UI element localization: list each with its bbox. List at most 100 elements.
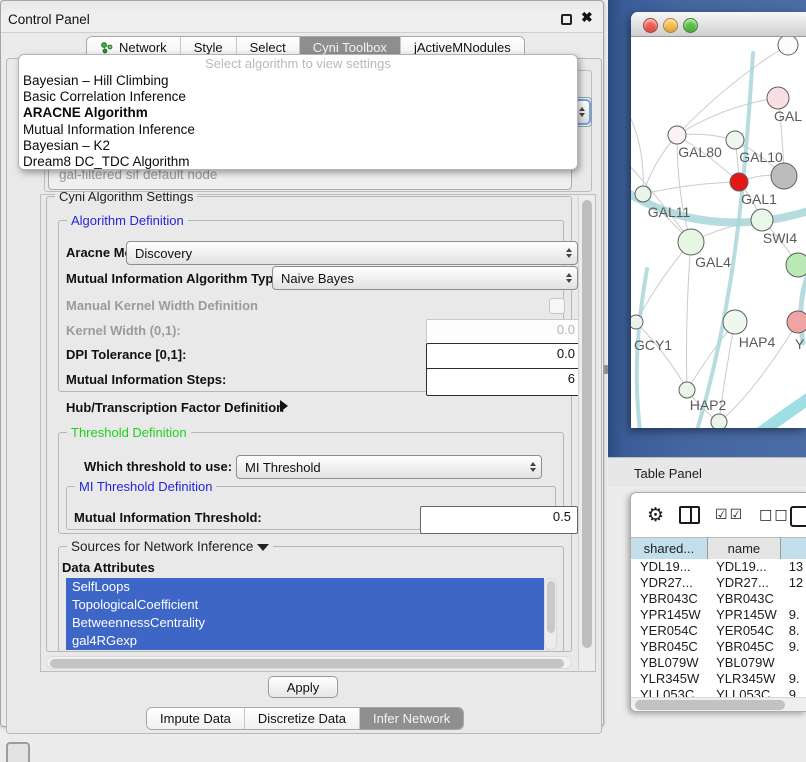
- table-cell: YER054C: [707, 623, 780, 639]
- algorithm-option[interactable]: Bayesian – Hill Climbing: [19, 73, 577, 89]
- network-node[interactable]: [678, 229, 704, 255]
- table-rows: YDL19...YDL19...13YDR27...YDR27...12YBR0…: [631, 559, 806, 703]
- network-edge[interactable]: [643, 182, 739, 194]
- network-node[interactable]: [730, 173, 748, 191]
- sources-group-title[interactable]: Sources for Network Inference: [67, 539, 273, 554]
- minimize-window-icon[interactable]: [663, 18, 678, 33]
- mi-type-select[interactable]: Naive Bayes: [272, 266, 578, 290]
- table-cell: YDL19...: [631, 559, 707, 575]
- column-header[interactable]: A: [781, 537, 806, 561]
- algorithm-option[interactable]: Mutual Information Inference: [19, 122, 577, 138]
- checked-columns-icon[interactable]: ☑☑: [715, 507, 744, 523]
- manual-kernel-checkbox[interactable]: [549, 298, 565, 314]
- expand-arrow-icon[interactable]: [280, 400, 288, 412]
- table-row[interactable]: YBR045CYBR045C9.: [631, 639, 806, 655]
- tab-infer-network[interactable]: Infer Network: [360, 708, 463, 729]
- network-node-label: GAL10: [739, 149, 783, 165]
- network-edge[interactable]: [643, 135, 677, 194]
- table-row[interactable]: YBR043CYBR043C: [631, 591, 806, 607]
- table-cell: YDR27...: [707, 575, 780, 591]
- table-panel-window: ⚙☑☑□□ shared...nameA YDL19...YDL19...13Y…: [630, 492, 806, 712]
- dpi-tolerance-field[interactable]: 0.0: [426, 343, 582, 371]
- network-node[interactable]: [767, 87, 789, 109]
- zoom-window-icon[interactable]: [683, 18, 698, 33]
- network-edge-highlighted[interactable]: [749, 389, 806, 428]
- table-row[interactable]: YDR27...YDR27...12: [631, 575, 806, 591]
- network-node[interactable]: [771, 163, 797, 189]
- network-node[interactable]: [679, 382, 695, 398]
- panel-splitter-handle[interactable]: [604, 365, 608, 374]
- network-node[interactable]: [711, 414, 727, 428]
- aracne-mode-select[interactable]: Discovery: [126, 241, 578, 265]
- mi-steps-field[interactable]: 6: [426, 368, 582, 396]
- kernel-width-label: Kernel Width (0,1):: [66, 323, 181, 338]
- algorithm-option[interactable]: Bayesian – K2: [19, 138, 577, 154]
- control-panel-titlebar[interactable]: [1, 9, 603, 33]
- algorithm-option[interactable]: ARACNE Algorithm: [19, 105, 577, 121]
- algorithm-option[interactable]: Dream8 DC_TDC Algorithm: [19, 154, 577, 170]
- table-row[interactable]: YDL19...YDL19...13: [631, 559, 806, 575]
- table-cell: 9.: [780, 671, 806, 687]
- attributes-scrollbar[interactable]: [544, 578, 557, 650]
- column-header[interactable]: shared...: [631, 537, 708, 561]
- network-edge[interactable]: [677, 98, 778, 135]
- float-panel-icon[interactable]: [561, 14, 572, 25]
- network-node[interactable]: [668, 126, 686, 144]
- network-edge[interactable]: [687, 242, 692, 390]
- table-horizontal-scrollbar-thumb[interactable]: [635, 700, 785, 710]
- table-panel-title: Table Panel: [634, 466, 702, 481]
- apply-button[interactable]: Apply: [268, 676, 338, 698]
- attribute-item[interactable]: gal4RGexp: [66, 632, 544, 650]
- table-cell: YBR043C: [707, 591, 780, 607]
- table-row[interactable]: YBL079WYBL079W: [631, 655, 806, 671]
- attribute-item[interactable]: SelfLoops: [66, 578, 544, 596]
- table-header-row: shared...nameA: [631, 537, 806, 559]
- table-row[interactable]: YLR345WYLR345W9.: [631, 671, 806, 687]
- split-columns-icon[interactable]: [679, 506, 700, 524]
- spinner-icon: [561, 273, 577, 283]
- table-cell: YBR045C: [707, 639, 780, 655]
- column-header[interactable]: name: [708, 537, 781, 561]
- network-node[interactable]: [778, 37, 798, 55]
- network-node[interactable]: [723, 310, 747, 334]
- tab-discretize-data[interactable]: Discretize Data: [245, 708, 360, 729]
- settings-vertical-scrollbar[interactable]: [578, 196, 595, 670]
- network-node[interactable]: [751, 209, 773, 231]
- settings-horizontal-scrollbar-thumb[interactable]: [50, 659, 564, 668]
- attribute-item[interactable]: TopologicalCoefficient: [66, 596, 544, 614]
- network-window-titlebar[interactable]: [631, 12, 806, 37]
- table-cell: YBL079W: [631, 655, 707, 671]
- which-threshold-label: Which threshold to use:: [84, 459, 232, 474]
- attribute-item[interactable]: BetweennessCentrality: [66, 614, 544, 632]
- table-row[interactable]: YER054CYER054C8.: [631, 623, 806, 639]
- network-node[interactable]: [787, 311, 806, 333]
- settings-vertical-scrollbar-thumb[interactable]: [582, 200, 592, 648]
- clipped-grid-icon[interactable]: [790, 506, 806, 527]
- table-horizontal-scrollbar[interactable]: [631, 697, 806, 712]
- minimized-panel-button[interactable]: [6, 742, 30, 762]
- close-panel-icon[interactable]: ✖: [581, 9, 593, 26]
- table-cell: [780, 591, 806, 607]
- algorithm-option[interactable]: Basic Correlation Inference: [19, 89, 577, 105]
- settings-horizontal-scrollbar[interactable]: [46, 656, 572, 669]
- tab-impute-data[interactable]: Impute Data: [147, 708, 245, 729]
- network-edge[interactable]: [636, 322, 687, 390]
- attributes-scrollbar-thumb[interactable]: [547, 581, 555, 633]
- table-panel-titlebar[interactable]: Table Panel: [608, 457, 806, 487]
- table-row[interactable]: YPR145WYPR145W9.: [631, 607, 806, 623]
- network-node[interactable]: [786, 253, 806, 277]
- network-canvas[interactable]: GALGAL80GAL10GAL1GAL11SWI4GAL4GCY1HAP4YH…: [631, 37, 806, 428]
- network-node[interactable]: [635, 186, 651, 202]
- which-threshold-select[interactable]: MI Threshold: [236, 455, 542, 479]
- network-icon: [100, 41, 113, 54]
- network-node[interactable]: [726, 131, 744, 149]
- network-view-window: GALGAL80GAL10GAL1GAL11SWI4GAL4GCY1HAP4YH…: [631, 12, 806, 428]
- hub-section-label[interactable]: Hub/Transcription Factor Definition: [66, 400, 284, 415]
- network-node[interactable]: [631, 315, 643, 329]
- mi-threshold-field[interactable]: 0.5: [420, 506, 578, 534]
- table-cell: YER054C: [631, 623, 707, 639]
- mi-threshold-group-title: MI Threshold Definition: [75, 479, 216, 494]
- unchecked-columns-icon[interactable]: □□: [759, 507, 789, 523]
- gear-icon[interactable]: ⚙: [647, 504, 664, 526]
- close-window-icon[interactable]: [643, 18, 658, 33]
